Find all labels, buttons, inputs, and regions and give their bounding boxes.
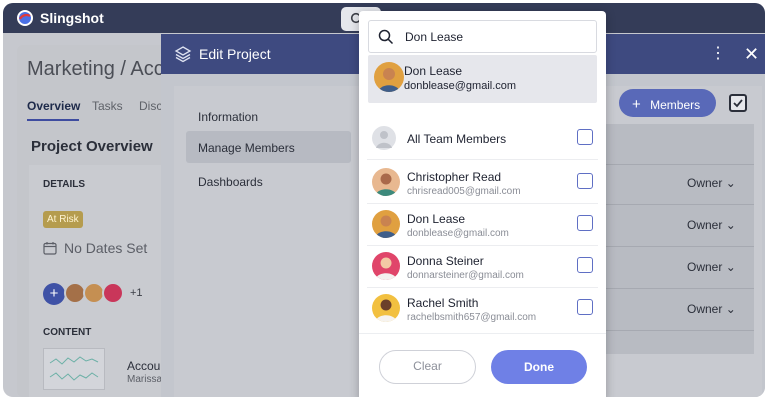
tab-discussion[interactable]: Disc [139,99,162,113]
plus-icon: + [632,96,641,113]
member-checkbox[interactable] [577,129,593,145]
member-email: donblease@gmail.com [407,228,509,239]
chevron-down-icon: ⌄ [725,218,736,232]
chart-thumbnail-icon [49,356,99,381]
list-item[interactable]: Rachel Smith rachelbsmith657@gmail.com [359,287,606,329]
chevron-down-icon: ⌄ [725,302,736,316]
tab-tasks[interactable]: Tasks [92,99,123,113]
member-name: Don Lease [407,212,466,226]
avatar [102,282,124,304]
member-name: Christopher Read [407,170,502,184]
members-role-panel [601,124,754,354]
divider [601,204,754,205]
list-item[interactable]: Donna Steiner donnarsteiner@gmail.com [359,245,606,287]
role-dropdown[interactable]: Owner ⌄ [687,218,736,232]
avatar [372,252,400,280]
member-search-input[interactable]: Don Lease [368,20,597,53]
member-checkbox[interactable] [577,173,593,189]
avatar [372,168,400,196]
divider [367,159,598,160]
list-item[interactable]: Don Lease donblease@gmail.com [359,203,606,245]
checkmark-icon [733,99,743,108]
member-email: chrisread005@gmail.com [407,186,521,197]
page-title: Marketing / Acc [27,58,164,80]
member-checkbox[interactable] [577,257,593,273]
member-name: Donna Steiner [407,254,484,268]
slingshot-logo-icon [17,10,33,26]
content-thumbnail[interactable] [43,348,105,390]
more-options-icon[interactable]: ⋮ [710,44,726,64]
status-badge: At Risk [43,211,83,228]
member-checkbox[interactable] [577,299,593,315]
role-dropdown[interactable]: Owner ⌄ [687,260,736,274]
dropdown-footer: Clear Done [359,333,606,397]
avatar [374,62,404,92]
divider [601,288,754,289]
members-button-label: Members [650,98,701,112]
menu-item-manage-members[interactable]: Manage Members [186,131,351,163]
list-item[interactable]: Christopher Read chrisread005@gmail.com [359,161,606,203]
add-member-button[interactable]: + [43,283,65,305]
select-all-checkbox[interactable] [729,94,747,112]
divider [601,246,754,247]
suggestion-email: donblease@gmail.com [404,80,517,92]
calendar-icon [43,242,57,255]
search-icon [378,29,394,45]
member-name: All Team Members [407,132,507,146]
role-dropdown[interactable]: Owner ⌄ [687,302,736,316]
team-icon [372,126,396,150]
content-item-owner: Marissa [127,374,163,385]
tab-overview[interactable]: Overview [27,99,80,113]
brand-name: Slingshot [40,10,104,26]
search-value: Don Lease [405,30,464,44]
role-label: Owner [687,218,723,232]
menu-item-dashboards[interactable]: Dashboards [186,165,351,197]
member-checkbox[interactable] [577,215,593,231]
suggestion-name: Don Lease [404,64,463,78]
role-dropdown[interactable]: Owner ⌄ [687,176,736,190]
content-item-title: Accou [127,359,161,373]
section-title: Project Overview [31,138,153,155]
search-suggestion[interactable]: Don Lease donblease@gmail.com [368,55,597,103]
chevron-down-icon: ⌄ [725,260,736,274]
list-item-all-team[interactable]: All Team Members [359,117,606,159]
member-email: rachelbsmith657@gmail.com [407,312,537,323]
close-icon[interactable]: ✕ [744,44,759,64]
role-label: Owner [687,302,723,316]
divider [601,164,754,165]
role-label: Owner [687,260,723,274]
clear-button[interactable]: Clear [379,350,476,384]
avatar [372,294,400,322]
role-label: Owner [687,176,723,190]
member-picker-dropdown: Don Lease Don Lease donblease@gmail.com … [359,11,606,397]
member-email: donnarsteiner@gmail.com [407,270,524,281]
add-members-button[interactable]: + Members [619,89,716,117]
avatar [372,210,400,238]
app-window: Slingshot Marketing / Acc Overview Tasks… [3,3,765,397]
member-name: Rachel Smith [407,296,479,310]
done-button[interactable]: Done [491,350,587,384]
divider [601,330,754,331]
dates-text: No Dates Set [64,240,148,256]
content-label: CONTENT [43,327,92,338]
active-tab-indicator [27,119,79,121]
menu-item-information[interactable]: Information [186,100,351,132]
modal-title: Edit Project [199,46,271,62]
chevron-down-icon: ⌄ [725,176,736,190]
members-more-count: +1 [130,287,143,299]
layers-icon [174,46,192,63]
details-label: DETAILS [43,179,86,190]
